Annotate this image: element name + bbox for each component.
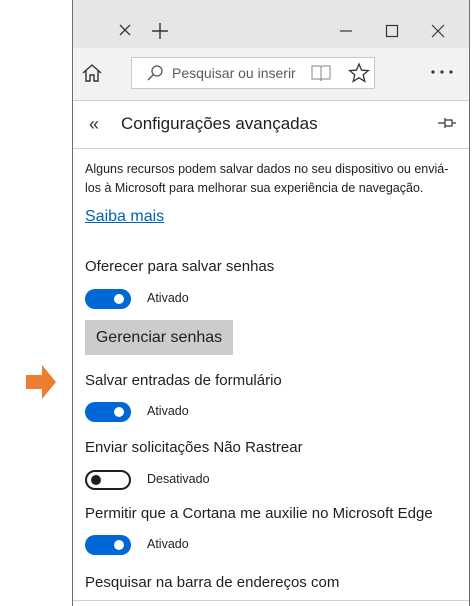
save-passwords-toggle[interactable] xyxy=(85,289,131,309)
toggle-state-text: Ativado xyxy=(147,404,189,418)
search-icon xyxy=(147,65,163,81)
search-placeholder: Pesquisar ou inserir xyxy=(172,65,296,81)
section-label-address-bar-search: Pesquisar na barra de endereços com xyxy=(85,574,340,591)
more-icon[interactable] xyxy=(429,66,455,78)
setting-toggle-row-cortana: Ativado xyxy=(85,535,385,557)
toggle-state-text: Desativado xyxy=(147,472,210,486)
maximize-button[interactable] xyxy=(369,14,415,48)
window-bottom-border xyxy=(73,600,469,601)
title-bar xyxy=(73,0,469,48)
learn-more-link[interactable]: Saiba mais xyxy=(85,208,164,226)
arrow-pointer-icon xyxy=(26,365,56,399)
setting-toggle-row-save-form-entries: Ativado xyxy=(85,402,385,424)
minimize-icon xyxy=(340,30,352,32)
home-icon[interactable] xyxy=(81,62,103,84)
setting-label-do-not-track: Enviar solicitações Não Rastrear xyxy=(85,439,303,456)
toggle-state-text: Ativado xyxy=(147,291,189,305)
setting-label-save-form-entries: Salvar entradas de formulário xyxy=(85,372,282,389)
reading-view-icon[interactable] xyxy=(310,63,332,83)
panel-header: « Configurações avançadas xyxy=(73,101,469,147)
maximize-icon xyxy=(385,24,399,38)
toggle-knob xyxy=(91,475,101,485)
star-icon[interactable] xyxy=(348,62,370,84)
plus-icon[interactable] xyxy=(151,22,169,40)
setting-label-cortana: Permitir que a Cortana me auxilie no Mic… xyxy=(85,505,433,522)
privacy-description: Alguns recursos podem salvar dados no se… xyxy=(85,162,449,195)
settings-content: Alguns recursos podem salvar dados no se… xyxy=(85,160,457,591)
close-window-button[interactable] xyxy=(415,14,461,48)
close-window-icon xyxy=(431,24,445,38)
do-not-track-toggle[interactable] xyxy=(85,470,131,490)
toggle-knob xyxy=(114,407,124,417)
setting-toggle-row-do-not-track: Desativado xyxy=(85,470,385,492)
header-divider xyxy=(73,148,469,149)
toggle-knob xyxy=(114,294,124,304)
browser-window: Pesquisar ou inserir « Configurações ava… xyxy=(72,0,470,606)
panel-title: Configurações avançadas xyxy=(121,114,318,133)
toggle-state-text: Ativado xyxy=(147,537,189,551)
manage-passwords-button[interactable]: Gerenciar senhas xyxy=(85,320,233,355)
search-input[interactable]: Pesquisar ou inserir xyxy=(131,57,375,89)
toggle-knob xyxy=(114,540,124,550)
browser-tab[interactable] xyxy=(73,10,143,48)
back-icon[interactable]: « xyxy=(89,114,99,135)
setting-label-save-passwords: Oferecer para salvar senhas xyxy=(85,258,275,275)
minimize-button[interactable] xyxy=(323,14,369,48)
close-icon[interactable] xyxy=(117,22,133,38)
setting-toggle-row-save-passwords: Ativado xyxy=(85,289,385,311)
pin-icon[interactable] xyxy=(437,115,457,131)
address-bar: Pesquisar ou inserir xyxy=(73,48,469,101)
save-form-entries-toggle[interactable] xyxy=(85,402,131,422)
cortana-toggle[interactable] xyxy=(85,535,131,555)
